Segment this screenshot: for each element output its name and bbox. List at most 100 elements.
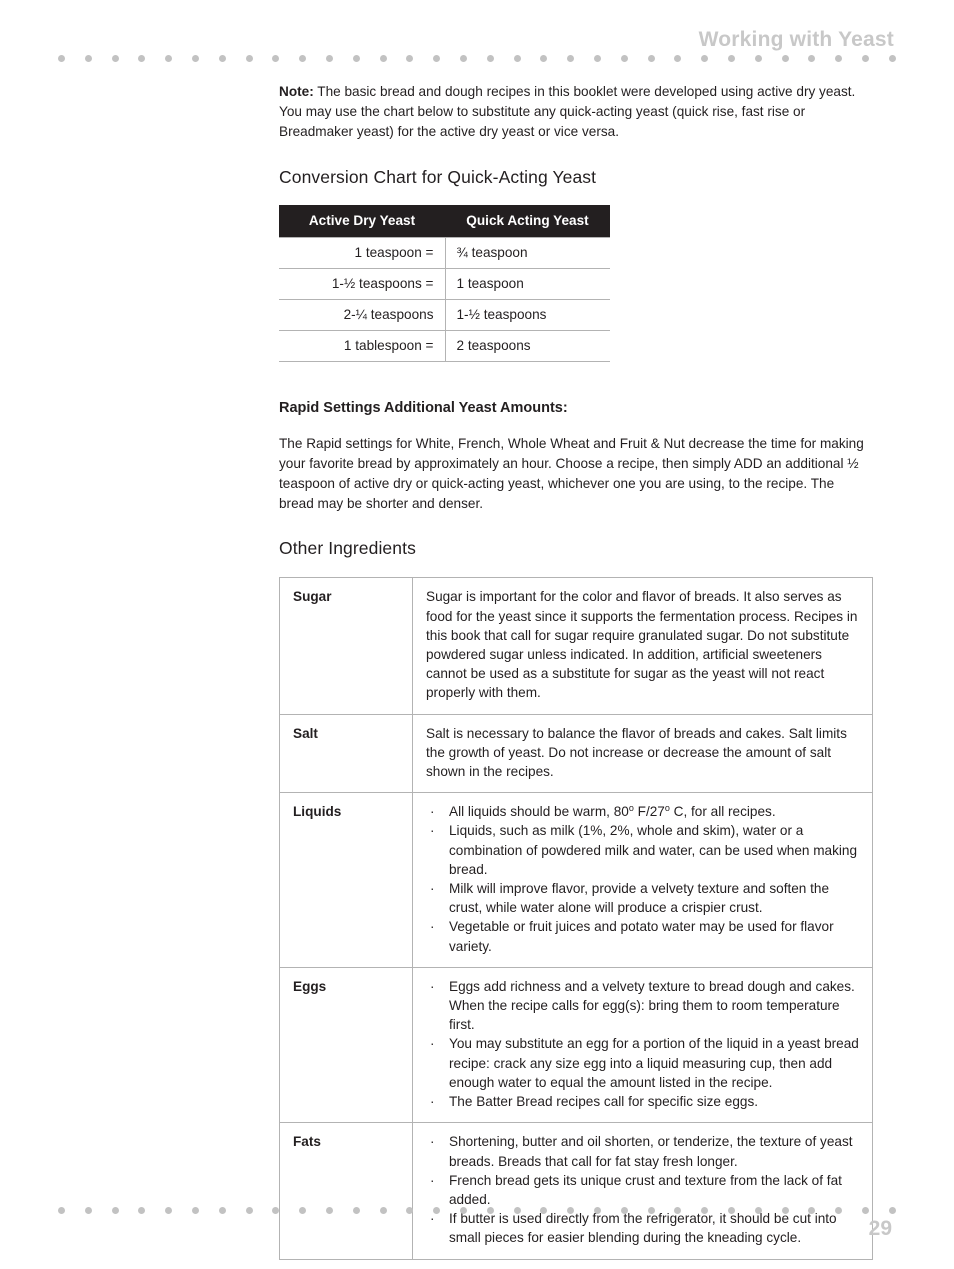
conversion-table: Active Dry Yeast Quick Acting Yeast 1 te… <box>279 204 610 362</box>
list-item: · Eggs add richness and a velvety texture… <box>426 977 860 1035</box>
list-item-text: Vegetable or fruit juices and potato wat… <box>449 919 834 954</box>
dot-icon <box>58 1207 65 1214</box>
dot-icon <box>486 55 494 62</box>
ingredient-bullet-list: · Eggs add richness and a velvety texture… <box>426 977 860 1111</box>
conversion-table-head: Active Dry Yeast Quick Acting Yeast <box>279 204 610 238</box>
page-content: Note: The basic bread and dough recipes … <box>279 82 873 1260</box>
table-row: Sugar Sugar is important for the color an… <box>279 577 873 715</box>
dot-icon <box>593 1207 601 1214</box>
dot-icon <box>299 55 307 62</box>
dot-icon <box>218 1207 226 1214</box>
dot-icon <box>406 1207 414 1214</box>
dot-icon <box>138 1207 146 1214</box>
list-item: · French bread gets its unique crust and … <box>426 1171 860 1209</box>
table-row: 1 teaspoon = ¾ teaspoon <box>279 236 610 269</box>
ingredient-description: · Eggs add richness and a velvety texture… <box>412 966 873 1124</box>
dot-icon <box>674 55 682 62</box>
decorative-dot-rule-top <box>58 55 896 62</box>
dot-icon <box>84 1207 92 1214</box>
rapid-settings-paragraph: The Rapid settings for White, French, Wh… <box>279 435 864 512</box>
dot-icon <box>781 1207 789 1214</box>
rapid-settings-heading: Rapid Settings Additional Yeast Amounts: <box>279 399 568 416</box>
conversion-quick-acting-cell: ¾ teaspoon <box>444 236 610 269</box>
list-item-text: French bread gets its unique crust and t… <box>449 1172 842 1207</box>
list-item: · All liquids should be warm, 80o F/27o C… <box>426 802 860 821</box>
column-header-quick-acting-yeast: Quick Acting Yeast <box>445 204 610 238</box>
dot-icon <box>138 55 146 62</box>
dot-icon <box>513 1207 521 1214</box>
ingredient-bullet-list: · Shortening, butter and oil shorten, or … <box>426 1132 860 1247</box>
ingredient-paragraph: Salt is necessary to balance the flavor … <box>426 725 847 780</box>
list-item-text: Shortening, butter and oil shorten, or t… <box>449 1134 853 1169</box>
table-row: Liquids · All liquids should be warm, 80o … <box>279 792 873 968</box>
table-row: 1-½ teaspoons = 1 teaspoon <box>279 267 610 300</box>
bullet-icon: · <box>430 804 435 820</box>
dot-icon <box>299 1207 307 1214</box>
dot-icon <box>218 55 226 62</box>
dot-icon <box>111 1207 119 1214</box>
dot-icon <box>593 55 601 62</box>
note-text: The basic bread and dough recipes in thi… <box>279 84 856 140</box>
bullet-icon: · <box>430 823 435 839</box>
dot-icon <box>191 55 199 62</box>
dot-icon <box>567 1207 575 1214</box>
list-item-text: Liquids, such as milk (1%, 2%, whole and… <box>449 823 858 877</box>
dot-icon <box>58 55 65 62</box>
conversion-chart-heading: Conversion Chart for Quick-Acting Yeast <box>279 166 597 187</box>
dot-icon <box>861 55 869 62</box>
dot-icon <box>888 1207 896 1214</box>
bullet-icon: · <box>430 1094 435 1110</box>
ingredient-name: Salt <box>279 713 413 794</box>
list-item-text: If butter is used directly from the refr… <box>449 1211 837 1246</box>
table-row: 1 tablespoon = 2 teaspoons <box>279 329 610 362</box>
conversion-quick-acting-cell: 1 teaspoon <box>444 267 610 300</box>
dot-icon <box>540 1207 548 1214</box>
table-header-row: Active Dry Yeast Quick Acting Yeast <box>279 204 610 238</box>
conversion-table-body: 1 teaspoon = ¾ teaspoon 1-½ teaspoons = 1 t… <box>279 236 610 362</box>
conversion-active-dry-cell: 2-¼ teaspoons <box>279 298 446 331</box>
dot-icon <box>245 1207 253 1214</box>
dot-icon <box>701 1207 709 1214</box>
ingredient-name: Eggs <box>279 966 413 1124</box>
other-ingredients-heading: Other Ingredients <box>279 538 416 559</box>
dot-icon <box>433 55 441 62</box>
other-ingredients-table-body: Sugar Sugar is important for the color an… <box>279 577 873 1260</box>
dot-icon <box>111 55 119 62</box>
dot-icon <box>325 55 333 62</box>
dot-icon <box>647 55 655 62</box>
list-item-text: Eggs add richness and a velvety texture … <box>449 978 855 1033</box>
dot-icon <box>727 1207 735 1214</box>
dot-icon <box>325 1207 333 1214</box>
dot-icon <box>191 1207 199 1214</box>
conversion-table-wrapper: Active Dry Yeast Quick Acting Yeast 1 te… <box>279 204 872 362</box>
dot-icon <box>165 55 173 62</box>
dot-icon <box>781 55 789 62</box>
dot-icon <box>352 1207 360 1214</box>
column-header-active-dry-yeast: Active Dry Yeast <box>279 204 445 238</box>
conversion-active-dry-cell: 1 tablespoon = <box>279 329 446 362</box>
bullet-icon: · <box>430 881 435 897</box>
bullet-icon: · <box>430 1134 435 1150</box>
dot-icon <box>701 55 709 62</box>
ingredient-description: · All liquids should be warm, 80o F/27o C… <box>412 792 873 968</box>
dot-icon <box>674 1207 682 1214</box>
dot-icon <box>459 1207 467 1214</box>
dot-icon <box>727 55 735 62</box>
other-ingredients-table: Sugar Sugar is important for the color an… <box>279 577 873 1260</box>
note-paragraph: Note: The basic bread and dough recipes … <box>279 82 872 143</box>
bullet-icon: · <box>430 1036 435 1052</box>
dot-icon <box>486 1207 494 1214</box>
list-item: · The Batter Bread recipes call for speci… <box>426 1092 860 1111</box>
list-item: · Shortening, butter and oil shorten, or … <box>426 1132 860 1170</box>
dot-icon <box>540 55 548 62</box>
rapid-settings-block: Rapid Settings Additional Yeast Amounts:… <box>279 400 872 515</box>
dot-icon <box>459 55 467 62</box>
dot-icon <box>165 1207 173 1214</box>
page-title: Working with Yeast <box>698 28 894 51</box>
dot-icon <box>352 55 360 62</box>
ingredient-paragraph: Sugar is important for the color and fla… <box>426 589 858 701</box>
bullet-icon: · <box>430 978 435 994</box>
bullet-icon: · <box>430 1172 435 1188</box>
dot-icon <box>84 55 92 62</box>
dot-icon <box>406 55 414 62</box>
